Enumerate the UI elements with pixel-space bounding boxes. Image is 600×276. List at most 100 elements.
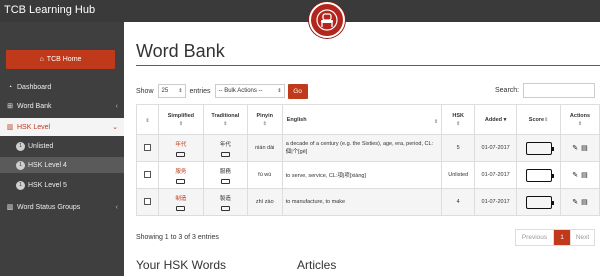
added-cell: 01-07-2017 (474, 188, 518, 216)
chevron-left-icon: ‹ (115, 102, 118, 110)
entries-label: entries (189, 87, 211, 95)
table-header-row: ⇕ Simplified ⇕ Traditional ⇕ Pinyin ⇕ Engli… (136, 104, 600, 135)
previous-page-button[interactable]: Previous (516, 230, 554, 245)
simplified-word-link[interactable]: 制造 (175, 196, 186, 202)
edit-icon[interactable]: ✎ (572, 171, 578, 179)
select-arrows-icon: ⇕ (277, 88, 282, 94)
home-icon: ⌂ (39, 56, 44, 63)
header-added[interactable]: Added ▾ (474, 104, 518, 135)
sort-desc-icon: ▾ (503, 116, 507, 123)
header-pinyin[interactable]: Pinyin ⇕ (246, 104, 283, 135)
sort-icon: ⇕ (434, 119, 439, 125)
main-content: Word Bank Show 25 ⇕ entries -- Bulk Acti… (124, 22, 600, 276)
header-hsk[interactable]: HSK ⇕ (441, 104, 476, 135)
sidebar-subitem-unlisted[interactable]: 1 Unlisted (0, 138, 124, 154)
traditional-word: 服務 (219, 168, 231, 175)
sidebar-item-dashboard[interactable]: ◔ Dashboard (0, 79, 124, 95)
sitemap-icon: ⊞ (7, 103, 13, 110)
row-checkbox[interactable] (143, 197, 151, 205)
search-input[interactable] (523, 83, 596, 98)
note-icon[interactable]: ▤ (581, 144, 588, 152)
hsk-cell: Unlisted (441, 161, 476, 189)
header-simplified[interactable]: Simplified ⇕ (157, 104, 204, 135)
chair-logo-icon (316, 9, 338, 31)
sidebar-item-hsk-level[interactable]: ▥ HSK Level ⌄ (0, 118, 124, 136)
select-arrows-icon: ⇕ (178, 88, 183, 94)
bar-chart-icon: ▥ (6, 124, 14, 131)
hsk-cell: 4 (441, 188, 476, 216)
pinyin-cell: zhì zào (246, 188, 283, 216)
header-select-all[interactable]: ⇕ (136, 104, 159, 135)
row-checkbox[interactable] (143, 143, 151, 151)
entries-select[interactable]: 25 ⇕ (157, 84, 186, 98)
table-row: 服务 服務 fú wù to serve, service, CL:項|项[xi… (136, 161, 600, 189)
count-badge: 1 (16, 160, 25, 170)
pinyin-cell: nián dài (246, 134, 283, 162)
note-icon[interactable]: ▤ (581, 171, 588, 179)
page-title: Word Bank (136, 41, 225, 61)
header-english[interactable]: English ⇕ (281, 104, 443, 135)
bulk-actions-select[interactable]: -- Bulk Actions -- ⇕ (214, 84, 285, 98)
simplified-word-link[interactable]: 年代 (175, 142, 186, 148)
note-icon[interactable]: ▤ (581, 198, 588, 206)
count-badge: 1 (16, 141, 25, 151)
table-row: 年代 年代 nián dài a decade of a century (e.… (136, 134, 600, 162)
flashcard-icon[interactable] (220, 151, 230, 157)
sidebar-subitem-hsk-level-5[interactable]: 1 HSK Level 5 (0, 177, 124, 193)
search-box: Search: (495, 83, 596, 98)
header-traditional[interactable]: Traditional ⇕ (202, 104, 248, 135)
flashcard-icon[interactable] (220, 205, 230, 211)
tcb-home-button[interactable]: ⌂ TCB Home (6, 50, 115, 69)
flashcard-icon[interactable] (176, 178, 186, 184)
articles-heading: Articles (297, 258, 337, 272)
simplified-word-link[interactable]: 服务 (175, 169, 186, 175)
sidebar-item-word-bank[interactable]: ⊞ Word Bank ‹ (0, 98, 124, 114)
search-label: Search: (495, 87, 520, 94)
sort-icon: ⇕ (544, 116, 549, 123)
edit-icon[interactable]: ✎ (572, 144, 578, 152)
your-hsk-words-heading: Your HSK Words (136, 258, 227, 272)
sort-icon: ⇕ (145, 117, 150, 124)
edit-icon[interactable]: ✎ (572, 198, 578, 206)
row-checkbox[interactable] (143, 170, 151, 178)
count-badge: 1 (16, 180, 25, 190)
added-cell: 01-07-2017 (474, 161, 518, 189)
header-actions: Actions ⇕ (560, 104, 600, 135)
go-button[interactable]: Go (287, 83, 308, 99)
table-controls: Show 25 ⇕ entries -- Bulk Actions -- ⇕ G… (136, 83, 308, 99)
english-cell: a decade of a century (e.g. the Sixties)… (281, 134, 443, 162)
sort-icon: ⇕ (262, 120, 267, 127)
sort-icon: ⇕ (178, 120, 184, 127)
show-label: Show (136, 87, 154, 95)
sort-icon: ⇕ (456, 120, 461, 127)
next-page-button[interactable]: Next (570, 230, 594, 245)
table-info: Showing 1 to 3 of 3 entries (136, 234, 219, 241)
pinyin-cell: fú wù (246, 161, 283, 189)
english-cell: to serve, service, CL:項|项[xiàng] (281, 161, 443, 189)
pagination: Previous 1 Next (515, 229, 595, 246)
flashcard-icon[interactable] (176, 205, 186, 211)
sidebar-subitem-hsk-level-4[interactable]: 1 HSK Level 4 (0, 157, 124, 173)
brand-logo[interactable] (309, 2, 345, 38)
hsk-cell: 5 (441, 134, 476, 162)
added-cell: 01-07-2017 (474, 134, 518, 162)
app-title[interactable]: TCB Learning Hub (4, 4, 95, 16)
score-battery-icon (525, 195, 554, 209)
flashcard-icon[interactable] (176, 151, 186, 157)
table-row: 制造 製造 zhì zào to manufacture, to make 4 … (136, 188, 600, 216)
sort-icon: ⇕ (223, 120, 228, 127)
header-score[interactable]: Score⇕ (516, 104, 562, 135)
bar-chart-icon: ▥ (6, 204, 14, 211)
score-battery-icon (525, 168, 554, 182)
traditional-word: 年代 (219, 141, 231, 148)
traditional-word: 製造 (219, 195, 231, 202)
sidebar-item-word-status-groups[interactable]: ▥ Word Status Groups ‹ (0, 199, 124, 215)
flashcard-icon[interactable] (220, 178, 230, 184)
chevron-down-icon: ⌄ (112, 124, 118, 131)
word-table: ⇕ Simplified ⇕ Traditional ⇕ Pinyin ⇕ Engli… (136, 104, 600, 216)
dashboard-icon: ◔ (7, 83, 13, 91)
score-battery-icon (525, 141, 554, 155)
home-button-label: TCB Home (46, 56, 82, 63)
page-1-button[interactable]: 1 (554, 230, 570, 245)
sort-icon: ⇕ (577, 120, 583, 127)
